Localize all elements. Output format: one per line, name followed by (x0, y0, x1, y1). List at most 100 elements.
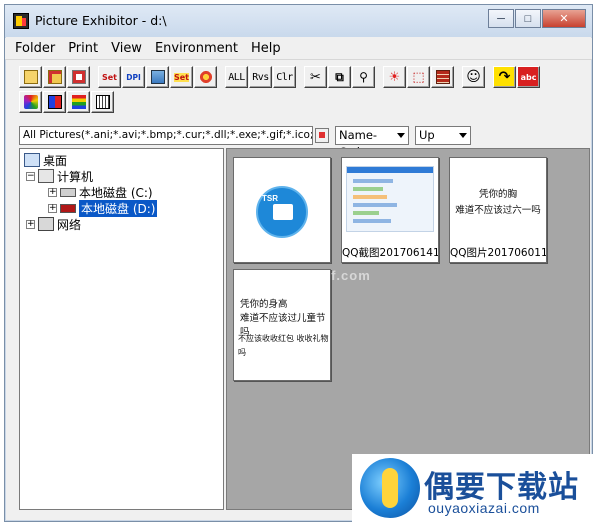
tree-item-drive-c[interactable]: + 本地磁盘 (C:) (48, 184, 153, 200)
sort-field-select[interactable]: Name-Order (335, 126, 409, 159)
tree-label-desktop: 桌面 (43, 153, 68, 168)
site-brand-overlay: 偶要下载站 ouyaoxiazai.com (352, 454, 595, 524)
collapse-icon[interactable]: − (26, 171, 35, 181)
select-icon: ⬚ (412, 69, 425, 85)
tree-label-drive-d: 本地磁盘 (D:) (79, 199, 158, 217)
tree-item-computer[interactable]: − 计算机 (26, 168, 93, 184)
new-folder-button[interactable] (19, 66, 42, 88)
abc-button[interactable]: abc (517, 66, 540, 88)
flower-button[interactable] (194, 66, 217, 88)
brick-button[interactable] (431, 66, 454, 88)
thumbnail-image: TSR (234, 158, 330, 246)
network-icon (38, 217, 54, 231)
maximize-button[interactable]: □ (515, 9, 541, 28)
select-region-button[interactable]: ⬚ (407, 66, 430, 88)
drive-icon (60, 187, 76, 197)
sort-direction-value: Up (419, 128, 435, 142)
thumbnail-caption: QQ图片201706011 (450, 247, 546, 259)
all-label: ALL (228, 71, 245, 83)
cut-icon: ✂ (310, 69, 321, 85)
menu-help[interactable]: Help (251, 41, 281, 56)
preview-row (353, 187, 383, 191)
tiles-icon (47, 95, 62, 109)
desktop-icon (24, 153, 40, 167)
brightness-button[interactable]: ☀ (383, 66, 406, 88)
chevron-down-icon (459, 133, 467, 138)
set-color-button[interactable]: Set (170, 66, 193, 88)
expand-icon[interactable]: + (26, 219, 35, 229)
sort-direction-select[interactable]: Up (415, 126, 471, 145)
palette-button[interactable] (19, 91, 42, 113)
close-button[interactable]: ✕ (542, 9, 586, 28)
chevron-down-icon (397, 133, 405, 138)
menu-folder[interactable]: Folder (15, 41, 55, 56)
thumbnail-item[interactable]: 凭你的身高 难道不应该过儿童节吗 不应该收收红包 收收礼物吗 (233, 269, 331, 381)
folder-tree[interactable]: 桌面 − 计算机 + 本地磁盘 (C:) + 本地磁盘 (D:) + 网络 (19, 148, 224, 510)
open-folder-icon (47, 70, 62, 84)
reverse-selection-button[interactable]: Rvs (249, 66, 272, 88)
filter-clear-button[interactable] (315, 128, 329, 143)
new-folder-icon (23, 70, 38, 84)
tree-item-network[interactable]: + 网络 (26, 216, 81, 232)
screenshot-preview (346, 166, 434, 232)
stack-button[interactable] (146, 66, 169, 88)
drive-icon (60, 203, 76, 213)
preview-row (353, 219, 391, 223)
watermark-text: www.greenxf.com (245, 268, 371, 283)
preview-row (353, 195, 387, 199)
app-logo-icon (13, 13, 29, 29)
image-text-line: 不应该收收红包 收收礼物吗 (238, 334, 329, 357)
delete-folder-icon (71, 70, 86, 84)
menu-environment[interactable]: Environment (155, 41, 238, 56)
set-button[interactable]: Set (98, 66, 121, 88)
toolbar-row-2 (19, 91, 115, 113)
title-bar[interactable]: Picture Exhibitor - d:\ ─ □ ✕ (5, 5, 592, 37)
menu-bar: Folder Print View Environment Help (5, 38, 592, 60)
computer-icon (38, 169, 54, 183)
tree-item-desktop[interactable]: 桌面 (24, 152, 67, 168)
color-bars-button[interactable] (67, 91, 90, 113)
abc-icon: abc (520, 72, 537, 82)
window-controls: ─ □ ✕ (487, 9, 586, 29)
app-window: Picture Exhibitor - d:\ ─ □ ✕ Folder Pri… (4, 4, 593, 522)
brand-url: ouyaoxiazai.com (428, 500, 540, 516)
keyboard-button[interactable] (91, 91, 114, 113)
image-text-line: 凭你的胸 (478, 189, 517, 200)
thumbnail-image: 凭你的身高 难道不应该过儿童节吗 不应该收收红包 收收礼物吗 (234, 270, 330, 370)
keyboard-icon (95, 95, 110, 109)
color-bars-icon (71, 95, 86, 109)
palette-icon (23, 95, 38, 109)
face-button[interactable]: ☺ (462, 66, 485, 88)
tiles-button[interactable] (43, 91, 66, 113)
image-text-line: 难道不应该过六一吗 (455, 205, 541, 216)
dpi-icon: DPI (126, 72, 141, 82)
copy-button[interactable]: ⧉ (328, 66, 351, 88)
clear-selection-button[interactable]: Clr (273, 66, 296, 88)
tree-item-drive-d[interactable]: + 本地磁盘 (D:) (48, 199, 158, 217)
clr-label: Clr (276, 71, 293, 83)
thumbnail-item[interactable]: TSR (233, 157, 331, 263)
menu-print[interactable]: Print (68, 41, 98, 56)
delete-folder-button[interactable] (67, 66, 90, 88)
minimize-button[interactable]: ─ (488, 9, 514, 28)
expand-icon[interactable]: + (48, 203, 57, 213)
file-type-filter-input[interactable]: All Pictures(*.ani;*.avi;*.bmp;*.cur;*.d… (19, 126, 313, 145)
thumbnail-image: 凭你的胸 难道不应该过六一吗 (450, 158, 546, 246)
thumbnail-image (342, 158, 438, 246)
window-title: Picture Exhibitor - d:\ (35, 13, 167, 28)
select-all-button[interactable]: ALL (225, 66, 248, 88)
expand-icon[interactable]: + (48, 187, 57, 197)
thumbnail-caption: QQ截图201706141 (342, 247, 438, 259)
menu-view[interactable]: View (111, 41, 142, 56)
preview-row (353, 211, 379, 215)
open-folder-button[interactable] (43, 66, 66, 88)
pin-icon: ⚲ (359, 70, 368, 84)
pin-button[interactable]: ⚲ (352, 66, 375, 88)
thumbnail-item[interactable]: 凭你的胸 难道不应该过六一吗 QQ图片201706011 (449, 157, 547, 263)
preview-row (353, 179, 393, 183)
set-icon: Set (101, 72, 117, 82)
rotate-button[interactable]: ↷ (493, 66, 516, 88)
thumbnail-item[interactable]: QQ截图201706141 (341, 157, 439, 263)
dpi-button[interactable]: DPI (122, 66, 145, 88)
cut-button[interactable]: ✂ (304, 66, 327, 88)
